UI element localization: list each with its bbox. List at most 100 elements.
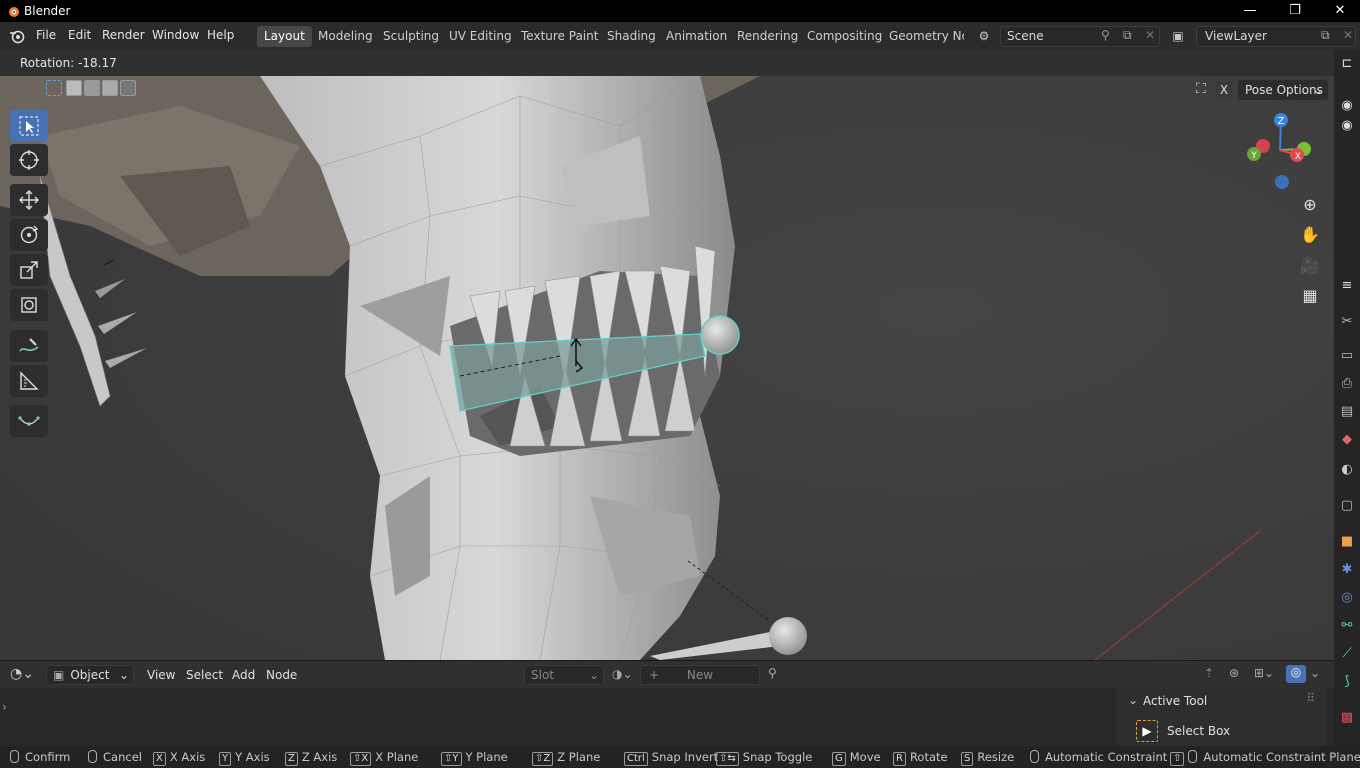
tool-select-box[interactable] <box>10 110 48 142</box>
select-subtract-icon[interactable] <box>84 80 100 96</box>
bone-props-icon[interactable]: ⟆ <box>1339 674 1355 690</box>
menu-node[interactable]: Node <box>266 668 297 682</box>
world-props-icon[interactable]: ◐ <box>1339 462 1355 478</box>
filter-icon[interactable]: ≡ <box>1339 278 1355 294</box>
constraint-props-icon[interactable]: ⚯ <box>1339 618 1355 634</box>
navigation-gizmo[interactable]: Z X Y <box>1242 110 1322 190</box>
status-z-axis: ZZ Axis <box>285 750 337 766</box>
mirror-x-button[interactable]: X <box>1216 81 1232 99</box>
menu-render[interactable]: Render <box>102 28 145 42</box>
select-invert-icon[interactable] <box>102 80 118 96</box>
remove-viewlayer-icon[interactable]: ✕ <box>1343 28 1353 42</box>
menu-view[interactable]: View <box>147 668 175 682</box>
scene-selector-icon[interactable]: ⚙ <box>974 26 994 46</box>
view-layer-props-icon[interactable]: ▤ <box>1339 404 1355 420</box>
scene-props-icon[interactable]: ◆ <box>1339 432 1355 448</box>
zoom-icon[interactable]: ⊕ <box>1296 191 1324 219</box>
tool-measure[interactable] <box>10 365 48 397</box>
select-new-icon[interactable] <box>46 80 62 96</box>
active-tool-panel: ⌄ Active Tool ⠿ ▶ Select Box <box>1116 688 1326 746</box>
camera-view-icon[interactable]: 🎥 <box>1296 252 1324 280</box>
data-props-icon[interactable]: ⟋ <box>1339 646 1355 662</box>
parent-node-icon[interactable]: ⇡ <box>1204 666 1214 680</box>
object-props-icon[interactable]: ■ <box>1339 534 1355 550</box>
camera-icon[interactable]: ◉ <box>1339 98 1355 114</box>
tool-props-icon[interactable]: ✂ <box>1339 314 1355 330</box>
tool-cursor[interactable] <box>10 144 48 176</box>
3d-viewport[interactable]: Z X Y ⊕ ✋ 🎥 ▦ <box>0 76 1334 660</box>
select-intersect-icon[interactable] <box>120 80 136 96</box>
viewlayer-selector-icon[interactable]: ▣ <box>1168 26 1188 46</box>
menu-select[interactable]: Select <box>186 668 223 682</box>
tab-rendering[interactable]: Rendering <box>730 26 805 47</box>
menu-file[interactable]: File <box>36 28 56 42</box>
physics-props-icon[interactable]: ◎ <box>1339 590 1355 606</box>
tool-annotate[interactable] <box>10 330 48 362</box>
chevron-right-icon[interactable]: › <box>2 700 7 714</box>
editor-type-icon[interactable]: ◔⌄ <box>10 666 34 682</box>
pose-options-dropdown[interactable]: Pose Options ⌄ <box>1238 80 1328 100</box>
status-y-axis: YY Axis <box>219 750 270 766</box>
tab-uv-editing[interactable]: UV Editing <box>442 26 519 47</box>
tab-modeling[interactable]: Modeling <box>311 26 380 47</box>
new-scene-icon[interactable]: ⧉ <box>1123 28 1132 43</box>
overlay-toggle-icon[interactable]: ⛶ <box>1196 81 1206 97</box>
tab-geometry-nodes[interactable]: Geometry Noc <box>882 26 964 47</box>
camera-icon-2[interactable]: ◉ <box>1339 118 1355 134</box>
menu-help[interactable]: Help <box>207 28 234 42</box>
minimize-button[interactable]: — <box>1230 2 1270 20</box>
new-material-button[interactable]: + New <box>640 665 760 685</box>
tool-transform[interactable] <box>10 289 48 321</box>
tool-rotate[interactable] <box>10 219 48 251</box>
pose-options-label: Pose Options <box>1245 83 1323 97</box>
tool-bone-roll[interactable] <box>10 405 48 437</box>
viewlayer-label: ViewLayer <box>1205 29 1267 43</box>
pan-hand-icon[interactable]: ✋ <box>1296 221 1324 249</box>
collection-props-icon[interactable]: ▢ <box>1339 498 1355 514</box>
overlays-icon[interactable]: ◎ <box>1286 665 1306 683</box>
viewlayer-field[interactable]: ViewLayer ⧉ ✕ <box>1196 26 1356 47</box>
pin-icon[interactable]: ⚲ <box>768 666 777 680</box>
snap-options-icon[interactable]: ⊞⌄ <box>1254 666 1274 680</box>
pin-icon[interactable]: ⚲ <box>1101 28 1110 42</box>
tab-sculpting[interactable]: Sculpting <box>376 26 446 47</box>
outliner-toggle-icon[interactable]: ⊏ <box>1339 56 1355 72</box>
tool-scale[interactable] <box>10 254 48 286</box>
menu-window[interactable]: Window <box>152 28 199 42</box>
modifier-props-icon[interactable]: ✱ <box>1339 562 1355 578</box>
new-viewlayer-icon[interactable]: ⧉ <box>1321 28 1330 43</box>
select-box-icon[interactable]: ▶ <box>1136 720 1158 742</box>
material-props-icon[interactable]: ▩ <box>1339 710 1355 726</box>
snap-icon[interactable]: ⊛ <box>1229 666 1239 680</box>
tool-move[interactable] <box>10 184 48 216</box>
tab-shading[interactable]: Shading <box>600 26 663 47</box>
perspective-grid-icon[interactable]: ▦ <box>1296 282 1324 310</box>
tab-texture-paint[interactable]: Texture Paint <box>514 26 605 47</box>
select-extend-icon[interactable] <box>66 80 82 96</box>
status-snap-invert: Ctrl Snap Invert <box>624 750 718 766</box>
object-mode-dropdown[interactable]: ▣ Object ⌄ <box>46 665 134 685</box>
tab-compositing[interactable]: Compositing <box>800 26 889 47</box>
tab-animation[interactable]: Animation <box>659 26 734 47</box>
chevron-down-icon: ⌄ <box>588 668 599 682</box>
output-props-icon[interactable]: ⎙ <box>1339 376 1355 392</box>
menu-edit[interactable]: Edit <box>68 28 91 42</box>
menu-add[interactable]: Add <box>232 668 255 682</box>
maximize-button[interactable]: ❐ <box>1275 2 1315 20</box>
tab-layout[interactable]: Layout <box>257 26 312 47</box>
status-rotate: R Rotate <box>893 750 948 766</box>
close-button[interactable]: ✕ <box>1320 2 1360 20</box>
render-props-icon[interactable]: ▭ <box>1339 348 1355 364</box>
chevron-down-icon[interactable]: ⌄ <box>1310 666 1320 680</box>
scale-icon <box>20 261 38 279</box>
slot-dropdown[interactable]: Slot ⌄ <box>524 665 604 685</box>
cursor-icon <box>19 150 39 170</box>
status-confirm: Confirm <box>10 750 70 764</box>
drag-handle-icon[interactable]: ⠿ <box>1306 691 1316 705</box>
blender-menu-icon[interactable] <box>8 28 26 44</box>
mouse-left-icon <box>10 750 19 763</box>
remove-scene-icon[interactable]: ✕ <box>1145 28 1155 42</box>
scene-field[interactable]: Scene ⚲ ⧉ ✕ <box>1000 26 1160 47</box>
material-browse-icon[interactable]: ◑⌄ <box>612 667 633 681</box>
chevron-down-icon[interactable]: ⌄ <box>1128 693 1138 707</box>
